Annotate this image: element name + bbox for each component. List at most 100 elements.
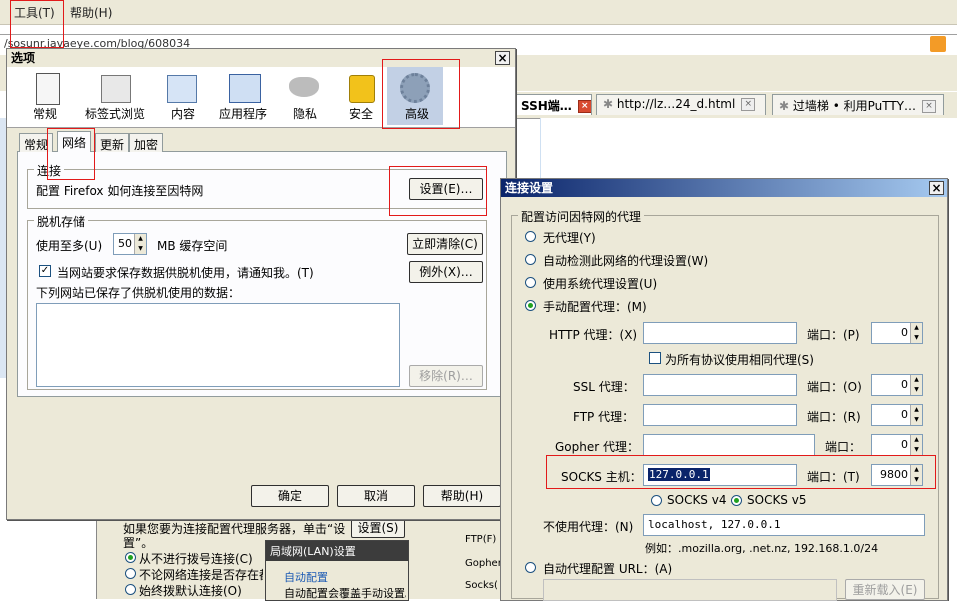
ie-radio-never[interactable] [125, 552, 136, 563]
ssl-proxy-label: SSL 代理： [573, 380, 635, 394]
ie-radio-always[interactable] [125, 584, 136, 595]
ftp-proxy-input[interactable] [643, 404, 797, 426]
no-proxy-for-input[interactable]: localhost, 127.0.0.1 [643, 514, 925, 536]
options-close-button[interactable]: × [495, 51, 510, 65]
gopher-proxy-input[interactable] [643, 434, 815, 456]
menu-help[interactable]: 帮助(H) [70, 4, 112, 21]
category-general[interactable]: 常规 [33, 105, 57, 122]
http-proxy-label: HTTP 代理：(X) [549, 328, 638, 342]
subtab-update[interactable]: 更新 [95, 133, 130, 152]
ftp-port-spinner[interactable]: 0 ▲ ▼ [871, 404, 923, 426]
http-port-spinner[interactable]: 0 ▲ ▼ [871, 322, 923, 344]
same-proxy-checkbox[interactable] [649, 352, 661, 364]
content-icon[interactable] [167, 75, 197, 103]
radio-auto-config-url[interactable] [525, 562, 536, 573]
radio-no-proxy[interactable] [525, 231, 536, 242]
category-privacy[interactable]: 隐私 [293, 105, 317, 122]
socks-v4-label: SOCKS v4 [667, 493, 727, 507]
gopher-port-value: 0 [901, 438, 908, 451]
ie-settings-button[interactable]: 设置(S) [351, 518, 405, 538]
ie-side-socks: Socks(C [465, 580, 497, 591]
notify-label: 当网站要求保存数据供脱机使用，请通知我。(T) [57, 266, 314, 280]
remove-button[interactable]: 移除(R)… [409, 365, 483, 387]
ie-options-bg: 如果您要为连接配置代理服务器，单击“设 置”。 设置(S) 从不进行拨号连接(C… [96, 512, 502, 601]
no-proxy-example: 例如：.mozilla.org, .net.nz, 192.168.1.0/24 [645, 542, 879, 555]
auto-config-input[interactable] [543, 579, 837, 601]
ssl-port-spinner[interactable]: 0 ▲ ▼ [871, 374, 923, 396]
menu-bar: 工具(T) 帮助(H) [0, 0, 957, 25]
tab-label: 过墙梯 • 利用PuTTY… [792, 99, 916, 113]
system-proxy-label: 使用系统代理设置(U) [543, 277, 658, 291]
category-content[interactable]: 内容 [171, 105, 195, 122]
connection-settings-dialog: 连接设置 × 配置访问因特网的代理 无代理(Y) 自动检测此网络的代理设置(W)… [500, 178, 948, 601]
gopher-port-label: 端口： [825, 440, 862, 454]
lock-icon[interactable] [349, 75, 375, 103]
cancel-button[interactable]: 取消 [337, 485, 415, 507]
spinner-arrows-icon[interactable]: ▲ ▼ [134, 234, 146, 254]
ie-side-gopher: Gopher [465, 558, 502, 569]
reload-button[interactable]: 重新载入(E) [845, 579, 925, 600]
proxy-group-legend: 配置访问因特网的代理 [518, 208, 645, 225]
radio-socks-v5[interactable] [731, 495, 742, 506]
close-icon[interactable]: × [577, 100, 591, 113]
loading-icon: ✱ [603, 97, 617, 111]
ssl-proxy-input[interactable] [643, 374, 797, 396]
http-proxy-input[interactable] [643, 322, 797, 344]
ie-text-2: 置”。 [123, 536, 154, 550]
cache-size-spinner[interactable]: 50 ▲ ▼ [113, 233, 147, 255]
close-icon[interactable]: × [922, 100, 936, 113]
radio-socks-v4[interactable] [651, 495, 662, 506]
radio-manual-proxy[interactable] [525, 300, 536, 311]
category-security[interactable]: 安全 [349, 105, 373, 122]
privacy-mask-icon[interactable] [289, 77, 319, 97]
category-tabs[interactable]: 标签式浏览 [85, 105, 145, 122]
connection-desc: 配置 Firefox 如何连接至因特网 [36, 184, 204, 198]
clear-now-button[interactable]: 立即清除(C) [407, 233, 483, 255]
ie-opt-always: 始终拨默认连接(O) [139, 584, 242, 598]
lan-settings-window: 局域网(LAN)设置 自动配置 自动配置会覆盖手动设置。 [265, 540, 409, 601]
spinner-arrows-icon[interactable]: ▲ ▼ [910, 375, 922, 395]
lan-title: 局域网(LAN)设置 [266, 541, 408, 561]
gopher-port-spinner[interactable]: 0 ▲ ▼ [871, 434, 923, 456]
browser-tab-strip: SSH端… × ✱ http://lz…24_d.html × ✱ 过墙梯 • 利用… [500, 92, 957, 119]
general-icon[interactable] [36, 73, 60, 105]
category-applications[interactable]: 应用程序 [219, 105, 267, 122]
radio-system-proxy[interactable] [525, 277, 536, 288]
annotation-socks [546, 455, 936, 489]
spinner-arrows-icon[interactable]: ▲ ▼ [910, 323, 922, 343]
annotation-tools [10, 0, 64, 48]
notify-checkbox[interactable]: ✓ [39, 265, 51, 277]
connection-close-button[interactable]: × [929, 181, 944, 195]
http-port-value: 0 [901, 326, 908, 339]
applications-icon[interactable] [229, 74, 261, 103]
browser-tab-putty[interactable]: ✱ 过墙梯 • 利用PuTTY… × [772, 94, 944, 115]
ie-opt-never: 从不进行拨号连接(C) [139, 552, 253, 566]
tab-label: SSH端… [521, 99, 572, 113]
tabs-icon[interactable] [101, 75, 131, 103]
saved-sites-list[interactable] [36, 303, 400, 387]
spinner-arrows-icon[interactable]: ▲ ▼ [910, 405, 922, 425]
ssl-port-label: 端口：(O) [807, 380, 862, 394]
close-icon[interactable]: × [741, 98, 756, 111]
http-port-label: 端口：(P) [807, 328, 860, 342]
offline-legend: 脱机存储 [34, 213, 89, 230]
ie-radio-whenever[interactable] [125, 568, 136, 579]
ok-button[interactable]: 确定 [251, 485, 329, 507]
rss-icon[interactable] [930, 36, 946, 52]
exceptions-button[interactable]: 例外(X)… [409, 261, 483, 283]
gopher-proxy-label: Gopher 代理： [555, 440, 639, 454]
subtab-encryption[interactable]: 加密 [129, 133, 164, 152]
manual-proxy-label: 手动配置代理：(M) [543, 300, 647, 314]
use-up-to-label: 使用至多(U) [36, 239, 103, 253]
browser-tab-ssh[interactable]: SSH端… × [514, 94, 592, 115]
annotation-advanced [382, 59, 460, 129]
no-proxy-for-label: 不使用代理：(N) [543, 520, 634, 534]
page-content-bg [540, 118, 957, 178]
ie-side-ftp: FTP(F) [465, 534, 497, 545]
radio-auto-detect[interactable] [525, 254, 536, 265]
lan-auto: 自动配置 [284, 571, 328, 584]
help-button[interactable]: 帮助(H) [423, 485, 501, 507]
same-proxy-label: 为所有协议使用相同代理(S) [665, 353, 814, 367]
browser-tab-lz[interactable]: ✱ http://lz…24_d.html × [596, 94, 766, 115]
spinner-arrows-icon[interactable]: ▲ ▼ [910, 435, 922, 455]
